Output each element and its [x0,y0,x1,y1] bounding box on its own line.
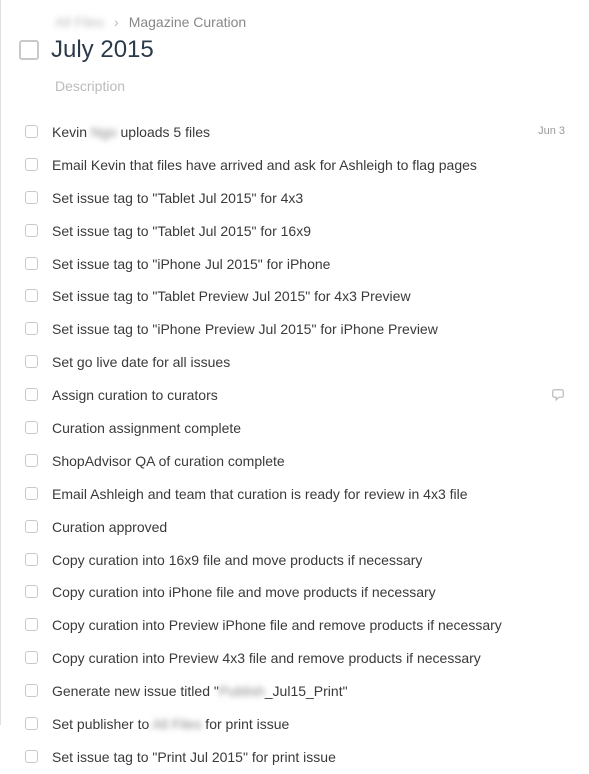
description-field[interactable]: Description [55,78,571,94]
task-text[interactable]: ShopAdvisor QA of curation complete [52,452,569,471]
task-row[interactable]: Email Kevin that files have arrived and … [19,149,571,182]
task-text[interactable]: Copy curation into Preview 4x3 file and … [52,649,569,668]
task-row[interactable]: Set issue tag to "Tablet Jul 2015" for 4… [19,182,571,215]
task-text[interactable]: Set go live date for all issues [52,353,569,372]
task-text[interactable]: Set issue tag to "iPhone Jul 2015" for i… [52,255,569,274]
task-row[interactable]: Copy curation into Preview 4x3 file and … [19,642,571,675]
task-checkbox[interactable] [25,125,38,138]
task-checkbox[interactable] [25,651,38,664]
task-text[interactable]: Generate new issue titled "Publish_Jul15… [52,682,569,701]
task-text[interactable]: Set issue tag to "Tablet Jul 2015" for 4… [52,189,569,208]
task-row[interactable]: Curation approved [19,511,571,544]
task-checkbox[interactable] [25,322,38,335]
redacted-text: All Files [152,716,201,732]
task-checkbox[interactable] [25,158,38,171]
task-checkbox[interactable] [25,520,38,533]
task-checkbox[interactable] [25,257,38,270]
task-row[interactable]: Set issue tag to "Tablet Jul 2015" for 1… [19,215,571,248]
task-checkbox[interactable] [25,585,38,598]
task-checkbox[interactable] [25,750,38,763]
task-checkbox[interactable] [25,717,38,730]
task-row[interactable]: Copy curation into iPhone file and move … [19,576,571,609]
task-row[interactable]: Generate new issue titled "Publish_Jul15… [19,675,571,708]
task-row[interactable]: Set go live date for all issues [19,346,571,379]
redacted-text: Publish [219,683,265,699]
task-row[interactable]: ShopAdvisor QA of curation complete [19,445,571,478]
task-checkbox[interactable] [25,224,38,237]
project-title[interactable]: July 2015 [51,36,154,64]
title-row: July 2015 [19,36,571,64]
task-checkbox[interactable] [25,191,38,204]
task-date: Jun 3 [538,125,565,137]
task-checkbox[interactable] [25,289,38,302]
task-checkbox[interactable] [25,388,38,401]
task-checkbox[interactable] [25,618,38,631]
chevron-right-icon: › [114,14,119,30]
task-row[interactable]: Set publisher to All Files for print iss… [19,708,571,741]
task-row[interactable]: Email Ashleigh and team that curation is… [19,478,571,511]
task-row[interactable]: Copy curation into Preview iPhone file a… [19,609,571,642]
task-text[interactable]: Set issue tag to "Print Jul 2015" for pr… [52,748,569,767]
task-text[interactable]: Set issue tag to "Tablet Jul 2015" for 1… [52,222,569,241]
task-text[interactable]: Copy curation into iPhone file and move … [52,583,569,602]
task-row[interactable]: Set issue tag to "iPhone Jul 2015" for i… [19,248,571,281]
breadcrumb-parent[interactable]: All Files [55,14,104,30]
breadcrumb: All Files › Magazine Curation [55,14,571,30]
task-checkbox[interactable] [25,487,38,500]
redacted-text: Ngo [91,124,117,140]
task-checkbox[interactable] [25,355,38,368]
task-list: Kevin Ngo uploads 5 files Jun 3 Email Kevi… [19,116,571,774]
task-checkbox[interactable] [25,421,38,434]
breadcrumb-current[interactable]: Magazine Curation [129,14,247,30]
task-text[interactable]: Email Kevin that files have arrived and … [52,156,569,175]
task-text[interactable]: Set issue tag to "iPhone Preview Jul 201… [52,320,569,339]
task-text[interactable]: Set publisher to All Files for print iss… [52,715,569,734]
project-checkbox[interactable] [19,40,39,60]
task-text[interactable]: Copy curation into 16x9 file and move pr… [52,551,569,570]
task-text[interactable]: Assign curation to curators [52,386,537,405]
task-row[interactable]: Curation assignment complete [19,412,571,445]
task-text[interactable]: Curation approved [52,518,569,537]
task-checkbox[interactable] [25,454,38,467]
task-checkbox[interactable] [25,553,38,566]
task-row[interactable]: Set issue tag to "Print Jul 2015" for pr… [19,741,571,774]
task-text[interactable]: Copy curation into Preview iPhone file a… [52,616,569,635]
comment-icon[interactable] [551,388,565,402]
task-text[interactable]: Set issue tag to "Tablet Preview Jul 201… [52,287,569,306]
task-text[interactable]: Email Ashleigh and team that curation is… [52,485,569,504]
task-text[interactable]: Kevin Ngo uploads 5 files [52,123,524,142]
task-row[interactable]: Set issue tag to "Tablet Preview Jul 201… [19,280,571,313]
task-row[interactable]: Copy curation into 16x9 file and move pr… [19,544,571,577]
task-row[interactable]: Kevin Ngo uploads 5 files Jun 3 [19,116,571,149]
task-row[interactable]: Set issue tag to "iPhone Preview Jul 201… [19,313,571,346]
task-checkbox[interactable] [25,684,38,697]
task-text[interactable]: Curation assignment complete [52,419,569,438]
task-row[interactable]: Assign curation to curators [19,379,571,412]
